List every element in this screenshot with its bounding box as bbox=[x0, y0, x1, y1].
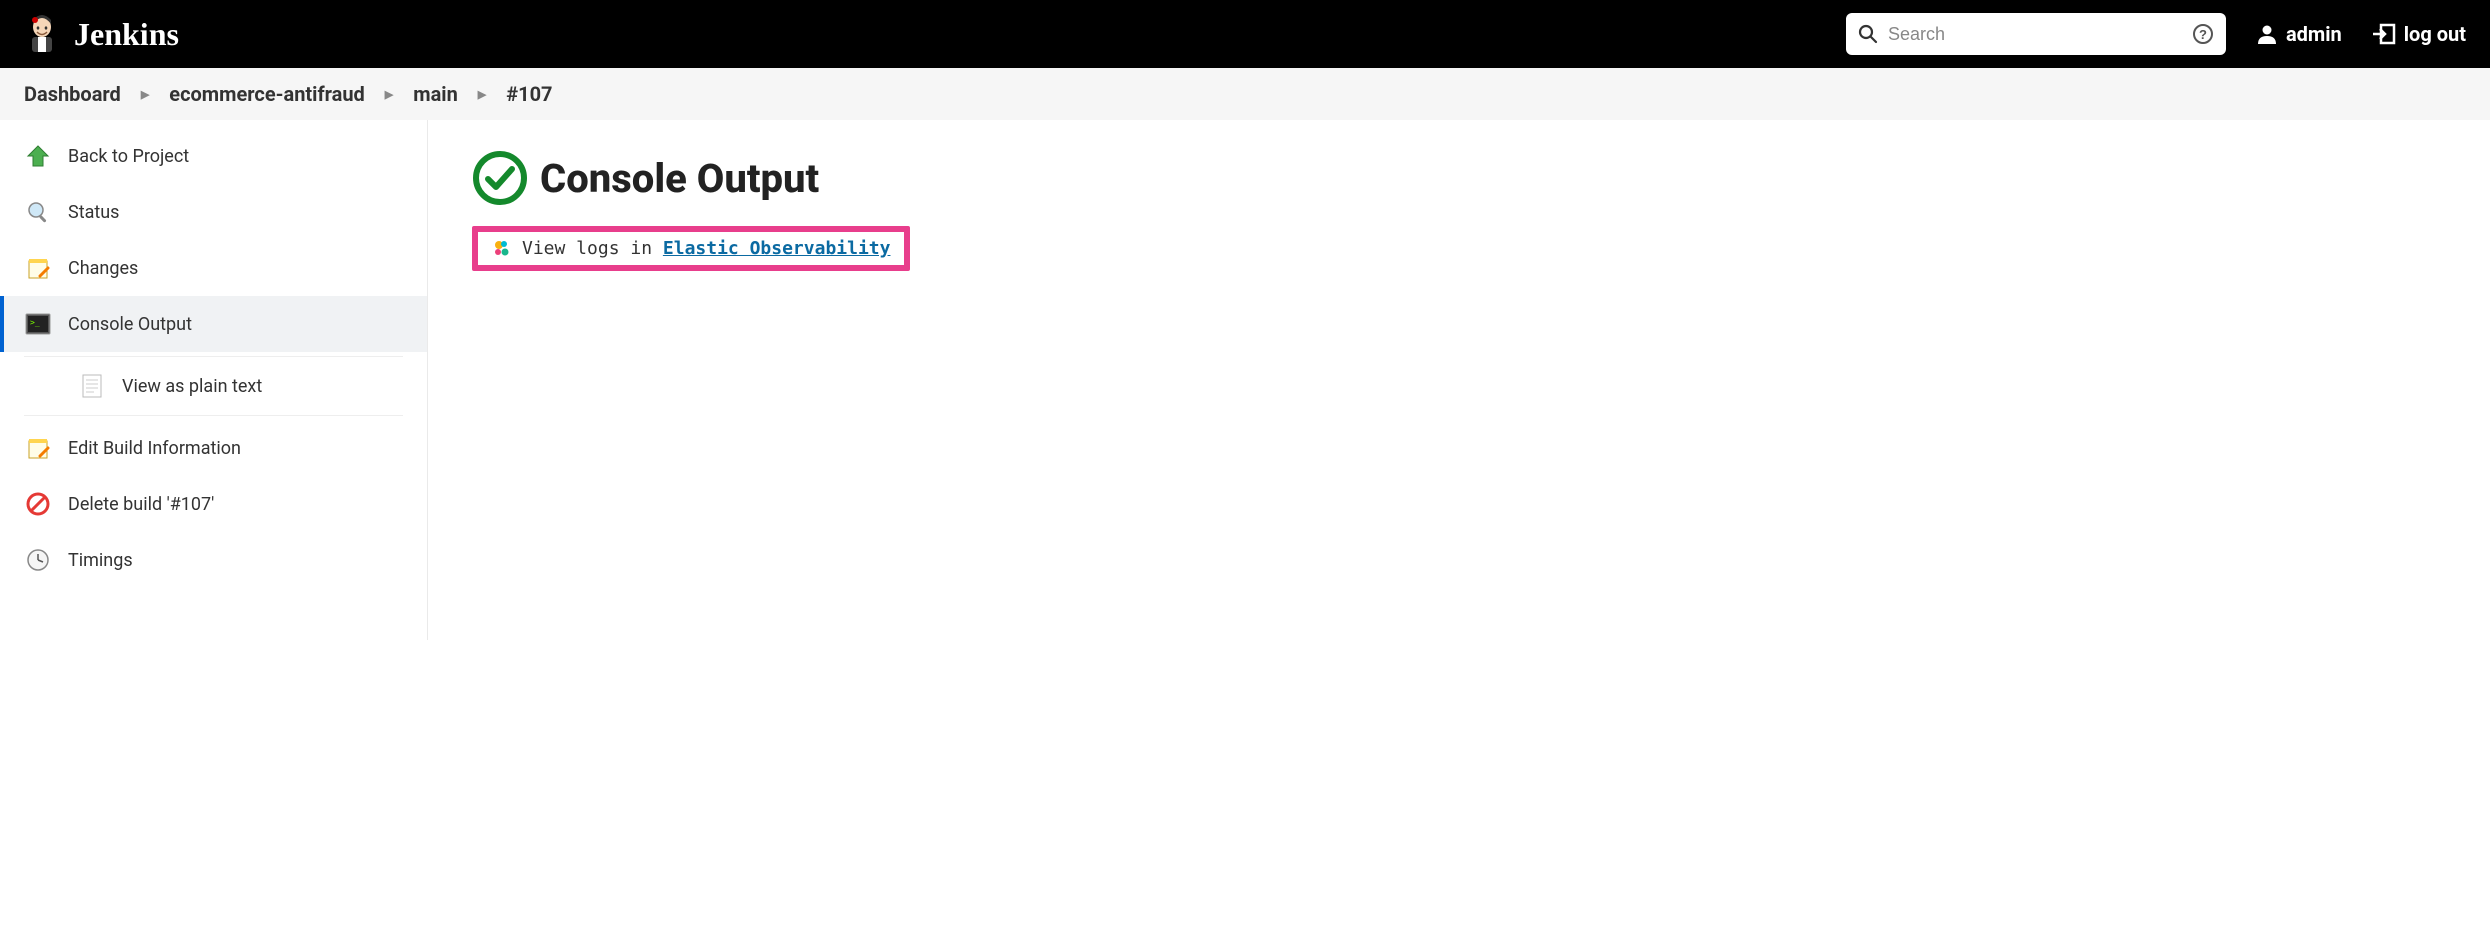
page-title: Console Output bbox=[540, 155, 819, 202]
success-icon bbox=[472, 150, 528, 206]
sidebar-item-edit-build-information[interactable]: Edit Build Information bbox=[0, 420, 427, 476]
search-input[interactable] bbox=[1888, 24, 2182, 45]
user-link[interactable]: admin bbox=[2256, 22, 2342, 46]
sidebar-item-changes[interactable]: Changes bbox=[0, 240, 427, 296]
elastic-icon bbox=[492, 239, 512, 259]
document-icon bbox=[78, 372, 106, 400]
sidebar-item-label: Delete build '#107' bbox=[68, 494, 214, 515]
logout-label: log out bbox=[2404, 22, 2466, 46]
sidebar-item-label: Console Output bbox=[68, 314, 192, 335]
help-icon[interactable]: ? bbox=[2192, 23, 2214, 45]
clock-icon bbox=[24, 546, 52, 574]
sidebar-item-label: Edit Build Information bbox=[68, 438, 241, 459]
terminal-icon: >_ bbox=[24, 310, 52, 338]
sidebar-item-back-to-project[interactable]: Back to Project bbox=[0, 128, 427, 184]
search-box[interactable]: ? bbox=[1846, 13, 2226, 55]
svg-text:>_: >_ bbox=[30, 318, 40, 327]
breadcrumb: Dashboard ▶ ecommerce-antifraud ▶ main ▶… bbox=[0, 68, 2490, 120]
jenkins-logo[interactable]: Jenkins bbox=[24, 14, 179, 54]
magnifier-icon bbox=[24, 198, 52, 226]
sidebar-item-console-output[interactable]: >_ Console Output bbox=[0, 296, 427, 352]
logout-icon bbox=[2372, 23, 2396, 45]
breadcrumb-item[interactable]: Dashboard bbox=[24, 82, 121, 106]
sidebar-item-label: Status bbox=[68, 202, 119, 223]
notepad-icon bbox=[24, 254, 52, 282]
up-arrow-icon bbox=[24, 142, 52, 170]
breadcrumb-item[interactable]: #107 bbox=[506, 82, 552, 106]
sidebar-item-label: View as plain text bbox=[122, 376, 262, 397]
breadcrumb-item[interactable]: main bbox=[413, 82, 458, 106]
sidebar-item-view-as-plain-text[interactable]: View as plain text bbox=[24, 356, 403, 416]
chevron-right-icon: ▶ bbox=[385, 88, 393, 101]
callout-prefix: View logs in bbox=[522, 238, 663, 259]
elastic-observability-link[interactable]: Elastic Observability bbox=[663, 238, 891, 259]
svg-text:?: ? bbox=[2199, 27, 2207, 42]
delete-icon bbox=[24, 490, 52, 518]
sidebar-item-label: Changes bbox=[68, 258, 138, 279]
user-icon bbox=[2256, 23, 2278, 45]
search-icon bbox=[1858, 24, 1878, 44]
user-name: admin bbox=[2286, 22, 2342, 46]
jenkins-logo-icon bbox=[24, 14, 60, 54]
sidebar-item-label: Timings bbox=[68, 550, 133, 571]
notepad-icon bbox=[24, 434, 52, 462]
sidebar-item-timings[interactable]: Timings bbox=[0, 532, 427, 588]
jenkins-logo-text: Jenkins bbox=[74, 16, 179, 53]
sidebar-item-delete-build[interactable]: Delete build '#107' bbox=[0, 476, 427, 532]
sidebar-item-label: Back to Project bbox=[68, 146, 189, 167]
elastic-callout: View logs in Elastic Observability bbox=[472, 226, 910, 271]
logout-link[interactable]: log out bbox=[2372, 22, 2466, 46]
sidebar: Back to Project Status Changes >_ Consol… bbox=[0, 120, 428, 640]
chevron-right-icon: ▶ bbox=[478, 88, 486, 101]
sidebar-item-status[interactable]: Status bbox=[0, 184, 427, 240]
breadcrumb-item[interactable]: ecommerce-antifraud bbox=[169, 82, 365, 106]
chevron-right-icon: ▶ bbox=[141, 88, 149, 101]
